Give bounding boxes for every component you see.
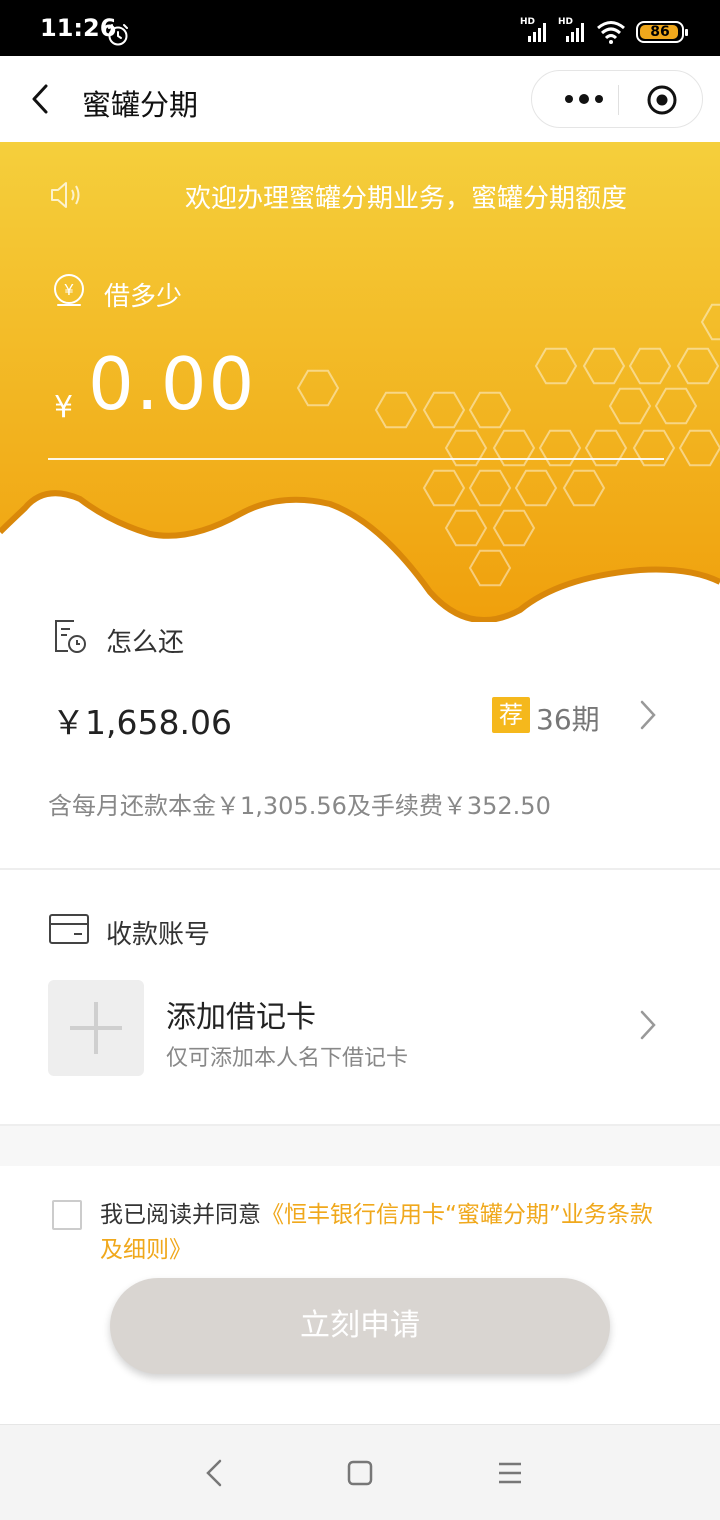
add-debit-card-title[interactable]: 添加借记卡 — [166, 992, 316, 1036]
system-back-icon[interactable] — [200, 1457, 228, 1489]
footer-panel: 我已阅读并同意《恒丰银行信用卡“蜜罐分期”业务条款及细则》 立刻申请 — [0, 1166, 720, 1424]
signal-icon: HD — [520, 17, 548, 44]
borrow-amount-input[interactable]: 0.00 — [88, 342, 256, 426]
schedule-icon — [55, 620, 86, 653]
system-nav-bar — [0, 1424, 720, 1520]
bank-card-icon — [49, 914, 89, 944]
hero-banner: 欢迎办理蜜罐分期业务，蜜罐分期额度 ¥ 借多少 ¥ 0.00 — [0, 142, 720, 622]
repayment-detail: 含每月还款本金￥1,305.56及手续费￥352.50 — [48, 792, 551, 820]
system-menu-icon[interactable] — [496, 1459, 524, 1487]
signal-icon-2: HD — [558, 17, 586, 44]
borrow-amount-label: 借多少 — [104, 282, 183, 312]
agreement-text: 我已阅读并同意《恒丰银行信用卡“蜜罐分期”业务条款及细则》 — [100, 1198, 660, 1268]
wifi-icon — [597, 21, 625, 44]
svg-text:¥: ¥ — [64, 282, 74, 299]
installment-period[interactable]: 36期 — [536, 698, 600, 738]
speaker-icon — [51, 182, 80, 208]
battery-icon: 86 — [636, 21, 688, 43]
back-arrow-icon[interactable] — [26, 80, 54, 118]
mini-program-capsule — [531, 70, 703, 128]
capsule-divider — [618, 85, 619, 115]
close-target-icon[interactable] — [646, 84, 678, 116]
recommend-badge: 荐 — [492, 697, 530, 733]
plus-icon — [70, 1002, 122, 1054]
notice-marquee: 欢迎办理蜜罐分期业务，蜜罐分期额度 — [185, 184, 628, 214]
apply-now-button[interactable]: 立刻申请 — [110, 1278, 610, 1374]
currency-symbol: ¥ — [54, 390, 74, 425]
status-time: 11:26 — [40, 14, 117, 42]
add-card-button[interactable] — [48, 980, 144, 1076]
add-debit-card-hint: 仅可添加本人名下借记卡 — [166, 1046, 409, 1071]
chevron-right-icon[interactable] — [638, 1008, 658, 1042]
divider — [0, 868, 720, 870]
agreement-prefix: 我已阅读并同意 — [100, 1202, 261, 1228]
system-home-icon[interactable] — [346, 1459, 374, 1487]
status-bar: 11:26 HD HD 86 — [0, 0, 720, 56]
alarm-icon — [108, 24, 128, 46]
account-label: 收款账号 — [106, 920, 211, 950]
status-icons: HD HD 86 — [520, 17, 688, 44]
amount-underline — [48, 458, 664, 460]
coin-icon: ¥ — [54, 274, 84, 306]
monthly-payment: ￥1,658.06 — [52, 703, 232, 742]
repayment-label: 怎么还 — [106, 628, 185, 658]
chevron-right-icon[interactable] — [638, 698, 658, 732]
page-title: 蜜罐分期 — [82, 88, 199, 122]
section-gap — [0, 1126, 720, 1166]
battery-level: 86 — [650, 24, 670, 40]
nav-bar: 蜜罐分期 — [0, 56, 720, 142]
more-icon[interactable] — [554, 71, 614, 127]
agree-checkbox[interactable] — [52, 1200, 82, 1230]
